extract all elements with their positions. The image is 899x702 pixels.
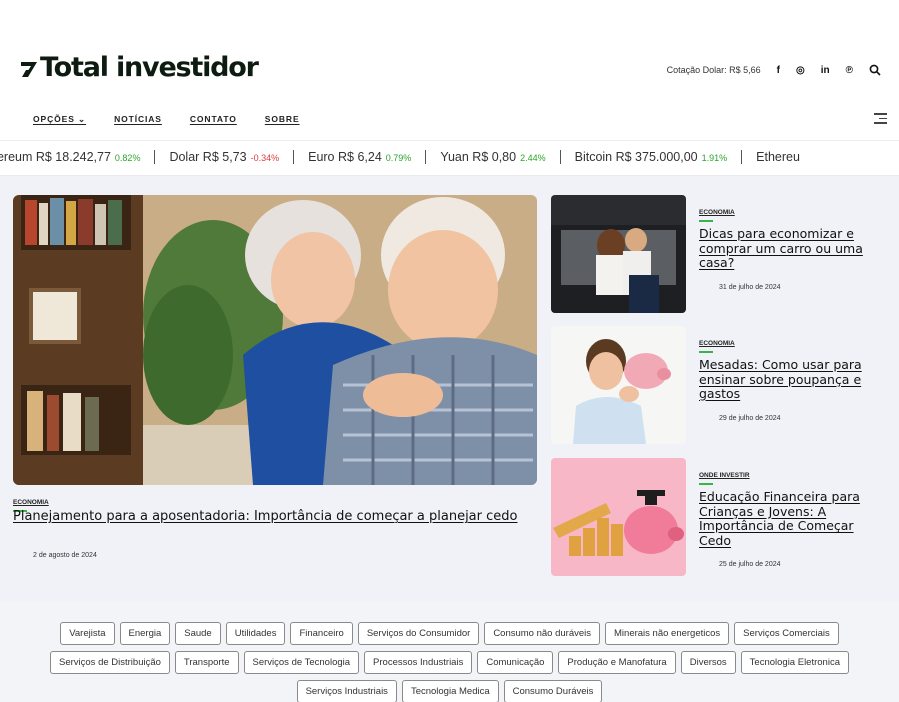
car-couple-illustration	[551, 195, 686, 313]
article-thumbnail[interactable]	[551, 326, 686, 444]
tag-servicos-distribuicao[interactable]: Serviços de Distribuição	[50, 651, 170, 674]
site-header: Total investidor Cotação Dolar: R$ 5,66 …	[0, 0, 899, 140]
instagram-icon[interactable]: ◎	[796, 65, 805, 76]
tag-tecnologia-eletronica[interactable]: Tecnologia Eletronica	[740, 651, 849, 674]
article-thumbnail[interactable]	[551, 458, 686, 576]
tag-producao[interactable]: Produção e Manofatura	[558, 651, 676, 674]
pinterest-icon[interactable]: ℗	[846, 65, 853, 76]
nav-sobre[interactable]: SOBRE	[265, 114, 300, 125]
ticker-item: Dolar R$ 5,73 -0.34%	[155, 150, 295, 164]
tag-row: Serviços Industriais Tecnologia Medica C…	[0, 680, 899, 702]
ticker-track: hereum R$ 18.242,77 0.82% Dolar R$ 5,73 -0…	[0, 150, 814, 164]
tag-energia[interactable]: Energia	[119, 622, 171, 645]
hero-image[interactable]	[13, 195, 537, 485]
linkedin-icon[interactable]: in	[821, 65, 830, 76]
category-underline	[699, 220, 713, 222]
article-category[interactable]: ECONOMIA	[699, 332, 885, 353]
article-date: 31 de julho de 2024	[719, 283, 781, 291]
main-nav: OPÇÕES ⌄ NOTÍCIAS CONTATO SOBRE	[33, 114, 300, 125]
search-icon[interactable]	[869, 64, 881, 76]
tag-consumo-nao-duraveis[interactable]: Consumo não duráveis	[484, 622, 601, 645]
article-date: 25 de julho de 2024	[719, 561, 781, 568]
ticker-item: Ethereu	[756, 150, 800, 164]
tag-servicos-tecnologia[interactable]: Serviços de Tecnologia	[243, 651, 360, 674]
tag-diversos[interactable]: Diversos	[680, 651, 736, 674]
category-underline	[699, 483, 713, 485]
tag-servicos-industriais[interactable]: Serviços Industriais	[296, 680, 397, 702]
tag-consumo-duraveis[interactable]: Consumo Duráveis	[503, 680, 603, 702]
sector-tags: Varejista Energia Saude Utilidades Finan…	[0, 602, 899, 702]
nav-contato[interactable]: CONTATO	[190, 114, 237, 125]
nav-opcoes[interactable]: OPÇÕES ⌄	[33, 114, 86, 125]
logo-text: Total investidor	[40, 52, 259, 83]
tag-tecnologia-medica[interactable]: Tecnologia Medica	[401, 680, 499, 702]
tag-saude[interactable]: Saude	[175, 622, 221, 645]
article-text: ONDE INVESTIR Educação Financeira para C…	[699, 464, 885, 568]
article-category[interactable]: ONDE INVESTIR	[699, 464, 885, 485]
ticker-item: hereum R$ 18.242,77 0.82%	[0, 150, 156, 164]
tag-varejista[interactable]: Varejista	[60, 622, 115, 645]
tag-transporte[interactable]: Transporte	[174, 651, 239, 674]
article-text: ECONOMIA Dicas para economizar e comprar…	[699, 201, 885, 291]
article-title[interactable]: Mesadas: Como usar para ensinar sobre po…	[699, 357, 885, 402]
tag-row: Varejista Energia Saude Utilidades Finan…	[0, 622, 899, 645]
category-underline	[699, 351, 713, 353]
site-logo[interactable]: Total investidor	[20, 52, 259, 83]
article-title[interactable]: Dicas para economizar e comprar um carro…	[699, 226, 885, 271]
article-title[interactable]: Educação Financeira para Crianças e Jove…	[699, 489, 885, 548]
article-text: ECONOMIA Mesadas: Como usar para ensinar…	[699, 332, 885, 422]
article-thumbnail[interactable]	[551, 195, 686, 313]
nav-noticias[interactable]: NOTÍCIAS	[114, 114, 162, 125]
dollar-quote: Cotação Dolar: R$ 5,66	[666, 65, 761, 75]
hero-illustration	[13, 195, 537, 485]
tag-utilidades[interactable]: Utilidades	[225, 622, 286, 645]
piggybank-coins-illustration	[551, 458, 686, 576]
tag-minerais[interactable]: Minerais não energeticos	[605, 622, 730, 645]
tag-row: Serviços de Distribuição Transporte Serv…	[0, 651, 899, 674]
tag-financeiro[interactable]: Financeiro	[290, 622, 353, 645]
featured-section: ECONOMIA Planejamento para a aposentador…	[0, 176, 899, 602]
logo-mark-icon	[21, 62, 37, 77]
article-date: 29 de julho de 2024	[719, 414, 781, 422]
header-utilities: Cotação Dolar: R$ 5,66 f ◎ in ℗	[667, 64, 881, 76]
ticker-item: Bitcoin R$ 375.000,00 1.91%	[561, 150, 743, 164]
menu-icon[interactable]	[874, 113, 887, 127]
ticker-item: Yuan R$ 0,80 2.44%	[426, 150, 561, 164]
tag-servicos-comerciais[interactable]: Serviços Comerciais	[734, 622, 839, 645]
hero-title[interactable]: Planejamento para a aposentadoria: Impor…	[13, 509, 533, 524]
article-category[interactable]: ECONOMIA	[699, 201, 885, 222]
ticker-item: Euro R$ 6,24 0.79%	[294, 150, 427, 164]
hero-date: 2 de agosto de 2024	[33, 552, 97, 559]
tag-comunicacao[interactable]: Comunicação	[477, 651, 554, 674]
facebook-icon[interactable]: f	[777, 65, 780, 76]
tag-processos-industriais[interactable]: Processos Industriais	[364, 651, 473, 674]
tag-servicos-consumidor[interactable]: Serviços do Consumidor	[357, 622, 480, 645]
quotes-ticker: hereum R$ 18.242,77 0.82% Dolar R$ 5,73 -0…	[0, 140, 899, 176]
boy-piggybank-illustration	[551, 326, 686, 444]
